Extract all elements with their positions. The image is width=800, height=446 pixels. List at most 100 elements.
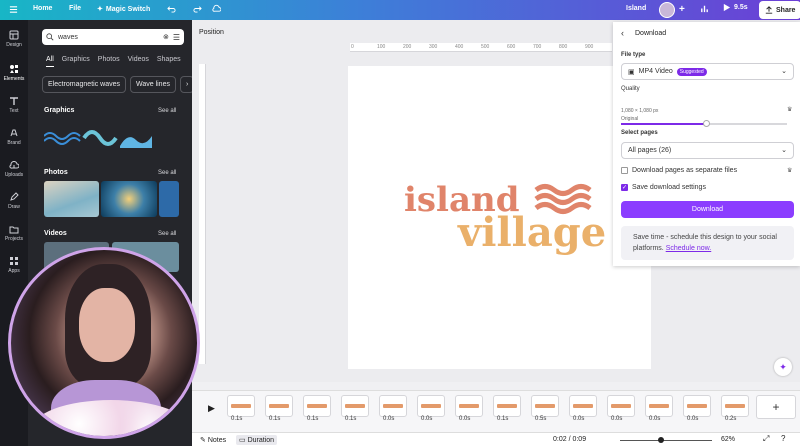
- clip-duration: 0.1s: [269, 416, 281, 422]
- timeline-clip[interactable]: [607, 395, 635, 417]
- design-title[interactable]: Island: [626, 5, 646, 12]
- timeline-clip[interactable]: [265, 395, 293, 417]
- clip-duration: 0.2s: [725, 416, 737, 422]
- back-arrow-icon[interactable]: ‹: [621, 28, 624, 38]
- timeline-clip[interactable]: [721, 395, 749, 417]
- tab-photos[interactable]: Photos: [98, 56, 120, 67]
- clear-icon[interactable]: ⊗: [163, 33, 169, 41]
- clip-duration: 0.5s: [535, 416, 547, 422]
- download-button[interactable]: Download: [621, 201, 794, 218]
- tab-all[interactable]: All: [46, 56, 54, 67]
- fullscreen-icon[interactable]: ⤢: [763, 434, 769, 444]
- clip-duration: 0.0s: [649, 416, 661, 422]
- separate-files-label: Download pages as separate files: [632, 167, 738, 174]
- file-type-select[interactable]: ▣ MP4 Video Suggested ⌄: [621, 63, 794, 80]
- invite-plus-icon[interactable]: +: [679, 4, 685, 15]
- rail-uploads[interactable]: Uploads: [0, 160, 28, 178]
- bar-chart-icon: [701, 5, 708, 13]
- share-button[interactable]: Share: [759, 1, 800, 19]
- notes-button[interactable]: ✎ Notes: [200, 436, 226, 444]
- tab-shapes[interactable]: Shapes: [157, 56, 181, 67]
- timeline-clip[interactable]: [531, 395, 559, 417]
- photo-thumb-ocean[interactable]: [159, 181, 179, 217]
- timeline-clip[interactable]: [303, 395, 331, 417]
- timeline-clip[interactable]: [569, 395, 597, 417]
- insights-button[interactable]: [700, 4, 709, 13]
- magic-switch-button[interactable]: ✦ Magic Switch: [97, 5, 150, 14]
- home-button[interactable]: Home: [33, 5, 52, 12]
- timeline-clip[interactable]: [417, 395, 445, 417]
- search-input[interactable]: [58, 33, 146, 41]
- shapes-icon: [10, 65, 18, 73]
- file-type-label: File type: [621, 52, 646, 58]
- playback-time: 0:02 / 0:09: [553, 436, 587, 443]
- save-settings-row[interactable]: ✓ Save download settings: [621, 184, 706, 191]
- rail-apps[interactable]: Apps: [0, 256, 28, 274]
- design-page[interactable]: island village: [348, 66, 651, 369]
- search-box[interactable]: ⊗ ☰: [42, 29, 184, 45]
- quality-dimensions: 1,080 × 1,080 px: [621, 108, 659, 114]
- clip-duration: 0.1s: [345, 416, 357, 422]
- magic-assistant-button[interactable]: ✦: [774, 358, 792, 376]
- chip-wave-lines[interactable]: Wave lines: [129, 76, 176, 93]
- clip-duration: 0.0s: [573, 416, 585, 422]
- rail-design[interactable]: Design: [0, 30, 28, 48]
- zoom-slider-track[interactable]: [620, 440, 712, 441]
- tab-graphics[interactable]: Graphics: [62, 56, 90, 67]
- ruler-tick: 900: [585, 44, 594, 50]
- ruler-tick: 100: [377, 44, 386, 50]
- timeline-play-icon[interactable]: ▶: [208, 403, 215, 414]
- apps-icon: [10, 257, 18, 265]
- rail-brand[interactable]: Brand: [0, 128, 28, 146]
- zoom-level[interactable]: 62%: [721, 436, 735, 443]
- add-page-button[interactable]: +: [756, 395, 796, 419]
- clip-duration: 0.0s: [383, 416, 395, 422]
- rail-projects[interactable]: Projects: [0, 224, 28, 242]
- cloud-sync-icon[interactable]: [212, 4, 221, 13]
- position-label[interactable]: Position: [199, 29, 224, 36]
- quality-slider-handle[interactable]: [703, 120, 710, 127]
- filter-icon[interactable]: ☰: [173, 33, 180, 42]
- timeline-clip[interactable]: [379, 395, 407, 417]
- ruler-tick: 700: [533, 44, 542, 50]
- schedule-now-link[interactable]: Schedule now.: [666, 245, 712, 252]
- logo-wave-2: [534, 193, 592, 205]
- rail-elements[interactable]: Elements: [0, 64, 28, 82]
- wave-graphics-thumbs[interactable]: [44, 124, 154, 150]
- timeline-clip[interactable]: [227, 395, 255, 417]
- island-village-logo[interactable]: island village: [348, 66, 651, 369]
- redo-button[interactable]: [193, 4, 202, 13]
- rail-text[interactable]: Text: [0, 96, 28, 114]
- separate-files-row[interactable]: Download pages as separate files: [621, 167, 737, 174]
- timeline-clip[interactable]: [341, 395, 369, 417]
- timeline-clip[interactable]: [493, 395, 521, 417]
- pages-select[interactable]: All pages (26) ⌄: [621, 142, 794, 159]
- videos-see-all[interactable]: See all: [158, 231, 176, 237]
- save-settings-checkbox[interactable]: ✓: [621, 184, 628, 191]
- present-play-button[interactable]: 9.5s: [722, 3, 748, 12]
- ruler-tick: 0: [351, 44, 354, 50]
- horizontal-ruler: 0 100 200 300 400 500 600 700 800 900: [350, 43, 612, 52]
- file-menu-button[interactable]: File: [69, 5, 81, 12]
- text-icon: [10, 97, 18, 105]
- file-type-value: MP4 Video: [638, 68, 673, 75]
- zoom-slider-handle[interactable]: [658, 437, 664, 443]
- separate-files-checkbox[interactable]: [621, 167, 628, 174]
- rail-draw[interactable]: Draw: [0, 192, 28, 210]
- photo-thumb-wave-tunnel[interactable]: [101, 181, 157, 217]
- timeline-clip[interactable]: [683, 395, 711, 417]
- timeline-clip[interactable]: [645, 395, 673, 417]
- undo-button[interactable]: [167, 4, 176, 13]
- chip-electromagnetic-waves[interactable]: Electromagnetic waves: [42, 76, 126, 93]
- notes-icon: ✎: [200, 437, 206, 444]
- help-icon[interactable]: ?: [781, 434, 785, 443]
- graphics-see-all[interactable]: See all: [158, 108, 176, 114]
- duration-button[interactable]: ▭ Duration: [236, 435, 278, 445]
- avatar[interactable]: [659, 2, 675, 18]
- upload-icon: [9, 160, 19, 169]
- photos-see-all[interactable]: See all: [158, 170, 176, 176]
- timeline-clip[interactable]: [455, 395, 483, 417]
- photo-thumb-beach[interactable]: [44, 181, 99, 217]
- tab-videos[interactable]: Videos: [128, 56, 149, 67]
- menu-icon[interactable]: [9, 5, 18, 14]
